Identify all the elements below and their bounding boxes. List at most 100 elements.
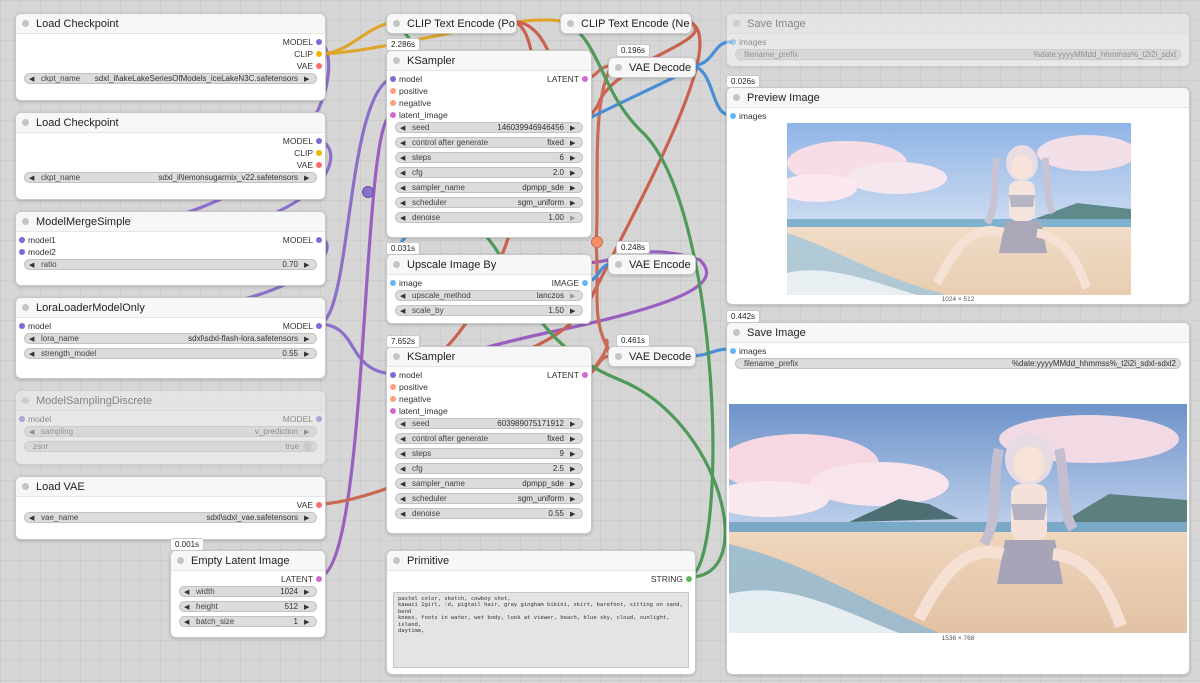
input-model[interactable]: model	[390, 73, 422, 85]
collapse-dot-icon[interactable]	[733, 329, 740, 336]
output-vae[interactable]: VAE	[297, 499, 322, 511]
batch-size-number[interactable]: ◀ batch_size 1 ▶	[179, 616, 317, 627]
cfg-number[interactable]: ◀ cfg 2.5 ▶	[395, 463, 583, 474]
vae-decode-node-2[interactable]: VAE Decode	[608, 346, 696, 367]
output-model[interactable]: MODEL	[283, 413, 322, 425]
control-after-generate-combo[interactable]: ◀ control after generate fixed ▶	[395, 433, 583, 444]
collapse-dot-icon[interactable]	[22, 304, 29, 311]
sampling-combo[interactable]: ◀ sampling v_prediction ▶	[24, 426, 317, 437]
ckpt-name-combo[interactable]: ◀ ckpt_name sdxl_il\akeLakeSeriesOfModels_…	[24, 73, 317, 84]
steps-number[interactable]: ◀ steps 6 ▶	[395, 152, 583, 163]
lora-loader-node[interactable]: LoraLoaderModelOnly model MODEL ◀ lora_na…	[15, 297, 326, 379]
collapse-dot-icon[interactable]	[615, 64, 622, 71]
collapse-dot-icon[interactable]	[22, 397, 29, 404]
sampler-name-combo[interactable]: ◀ sampler_name dpmpp_sde ▶	[395, 478, 583, 489]
load-checkpoint-node-2[interactable]: Load Checkpoint MODEL CLIP VAE ◀ ckpt_nam…	[15, 112, 326, 200]
reroute-knob[interactable]	[362, 186, 374, 198]
clip-text-encode-negative-node[interactable]: CLIP Text Encode (Ne	[560, 13, 692, 34]
scheduler-combo[interactable]: ◀ scheduler sgm_uniform ▶	[395, 493, 583, 504]
output-model[interactable]: MODEL	[283, 234, 322, 246]
collapse-dot-icon[interactable]	[177, 557, 184, 564]
scale-by-number[interactable]: ◀ scale_by 1.50 ▶	[395, 305, 583, 316]
cfg-number[interactable]: ◀ cfg 2.0 ▶	[395, 167, 583, 178]
upscale-image-by-node[interactable]: Upscale Image By image IMAGE ◀ upscale_me…	[386, 254, 592, 324]
model-merge-simple-node[interactable]: ModelMergeSimple model1 model2 MODEL ◀ ra…	[15, 211, 326, 286]
collapse-dot-icon[interactable]	[567, 20, 574, 27]
save-image-node[interactable]: Save Image images filename_prefix %date:y…	[726, 322, 1190, 675]
load-checkpoint-node-1[interactable]: Load Checkpoint MODEL CLIP VAE ◀ ckpt_nam…	[15, 13, 326, 101]
filename-prefix-text[interactable]: filename_prefix %date:yyyyMMdd_hhmmss%_t2…	[735, 358, 1181, 369]
input-model[interactable]: model	[19, 320, 51, 332]
denoise-number[interactable]: ◀ denoise 1.00 ▶	[395, 212, 583, 223]
collapse-dot-icon[interactable]	[22, 218, 29, 225]
vae-name-combo[interactable]: ◀ vae_name sdxl\sdxl_vae.safetensors ▶	[24, 512, 317, 523]
ckpt-name-combo[interactable]: ◀ ckpt_name sdxl_il\lemonsugarmix_v22.safe…	[24, 172, 317, 183]
input-positive[interactable]: positive	[390, 381, 428, 393]
vae-encode-node[interactable]: VAE Encode	[608, 254, 696, 275]
control-after-generate-combo[interactable]: ◀ control after generate fixed ▶	[395, 137, 583, 148]
collapse-dot-icon[interactable]	[393, 557, 400, 564]
collapse-dot-icon[interactable]	[733, 20, 740, 27]
input-latent-image[interactable]: latent_image	[390, 109, 448, 121]
output-clip[interactable]: CLIP	[294, 48, 322, 60]
output-latent[interactable]: LATENT	[547, 369, 588, 381]
output-image[interactable]: IMAGE	[552, 277, 588, 289]
ksampler-node-1[interactable]: KSampler model positive negative latent_…	[386, 50, 592, 238]
seed-number[interactable]: ◀ seed 146039946946456 ▶	[395, 122, 583, 133]
input-positive[interactable]: positive	[390, 85, 428, 97]
preview-image-node[interactable]: Preview Image images 1024 × 512	[726, 87, 1190, 305]
filename-prefix-text[interactable]: filename_prefix %date:yyyyMMdd_hhmmss%_t2…	[735, 49, 1181, 60]
output-string[interactable]: STRING	[651, 573, 692, 585]
steps-number[interactable]: ◀ steps 9 ▶	[395, 448, 583, 459]
output-model[interactable]: MODEL	[283, 320, 322, 332]
prompt-textarea[interactable]: pastel color, sketch, cowboy shot, kawai…	[393, 592, 689, 668]
input-images[interactable]: images	[730, 110, 766, 122]
model-sampling-discrete-node[interactable]: ModelSamplingDiscrete model MODEL ◀ sampl…	[15, 390, 326, 465]
collapse-dot-icon[interactable]	[393, 353, 400, 360]
input-model1[interactable]: model1	[19, 234, 56, 246]
strength-model-slider[interactable]: ◀ strength_model 0.55 ▶	[24, 348, 317, 359]
output-vae[interactable]: VAE	[297, 60, 322, 72]
input-negative[interactable]: negative	[390, 97, 431, 109]
sampler-name-combo[interactable]: ◀ sampler_name dpmpp_sde ▶	[395, 182, 583, 193]
denoise-number[interactable]: ◀ denoise 0.55 ▶	[395, 508, 583, 519]
output-vae[interactable]: VAE	[297, 159, 322, 171]
lora-name-combo[interactable]: ◀ lora_name sdxl\sdxl-flash-lora.safetenso…	[24, 333, 317, 344]
input-model2[interactable]: model2	[19, 246, 56, 258]
ksampler-node-2[interactable]: KSampler model positive negative latent_…	[386, 346, 592, 534]
collapse-dot-icon[interactable]	[22, 119, 29, 126]
output-clip[interactable]: CLIP	[294, 147, 322, 159]
input-images[interactable]: images	[730, 345, 766, 357]
input-images[interactable]: images	[730, 36, 766, 48]
width-number[interactable]: ◀ width 1024 ▶	[179, 586, 317, 597]
output-latent[interactable]: LATENT	[281, 573, 322, 585]
collapse-dot-icon[interactable]	[393, 20, 400, 27]
collapse-dot-icon[interactable]	[22, 483, 29, 490]
collapse-dot-icon[interactable]	[733, 94, 740, 101]
seed-number[interactable]: ◀ seed 603989075171912 ▶	[395, 418, 583, 429]
input-model[interactable]: model	[390, 369, 422, 381]
collapse-dot-icon[interactable]	[615, 261, 622, 268]
vae-decode-node-1[interactable]: VAE Decode	[608, 57, 696, 78]
primitive-node[interactable]: Primitive STRING pastel color, sketch, c…	[386, 550, 696, 675]
scheduler-combo[interactable]: ◀ scheduler sgm_uniform ▶	[395, 197, 583, 208]
input-model[interactable]: model	[19, 413, 51, 425]
ratio-slider[interactable]: ◀ ratio 0.70 ▶	[24, 259, 317, 270]
output-model[interactable]: MODEL	[283, 135, 322, 147]
upscale-method-combo[interactable]: ◀ upscale_method lanczos ▶	[395, 290, 583, 301]
empty-latent-image-node[interactable]: Empty Latent Image LATENT ◀ width 1024 ▶ ◀ h…	[170, 550, 326, 638]
collapse-dot-icon[interactable]	[393, 261, 400, 268]
output-latent[interactable]: LATENT	[547, 73, 588, 85]
output-model[interactable]: MODEL	[283, 36, 322, 48]
input-negative[interactable]: negative	[390, 393, 431, 405]
zsnr-toggle[interactable]: zsnr true	[24, 441, 317, 452]
input-image[interactable]: image	[390, 277, 422, 289]
load-vae-node[interactable]: Load VAE VAE ◀ vae_name sdxl\sdxl_vae.safe…	[15, 476, 326, 540]
collapse-dot-icon[interactable]	[22, 20, 29, 27]
collapse-dot-icon[interactable]	[393, 57, 400, 64]
save-image-node-top[interactable]: Save Image images filename_prefix %date:y…	[726, 13, 1190, 67]
clip-text-encode-positive-node[interactable]: CLIP Text Encode (Po	[386, 13, 517, 34]
input-latent-image[interactable]: latent_image	[390, 405, 448, 417]
collapse-dot-icon[interactable]	[615, 353, 622, 360]
height-number[interactable]: ◀ height 512 ▶	[179, 601, 317, 612]
